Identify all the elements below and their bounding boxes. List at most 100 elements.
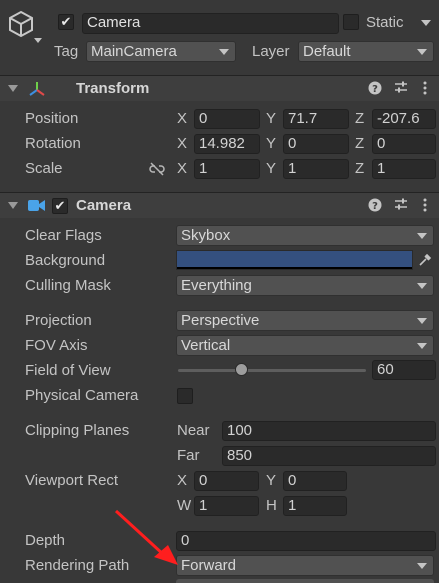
transform-title: Transform [76, 80, 150, 97]
depth-field[interactable]: 0 [176, 531, 436, 551]
projection-dropdown[interactable]: Perspective [176, 310, 434, 331]
rotation-z-field[interactable]: 0 [372, 134, 436, 154]
clear-flags-label: Clear Flags [25, 227, 102, 244]
presets-sliders-icon[interactable] [393, 80, 409, 97]
layer-value: Default [303, 43, 351, 60]
chevron-down-icon [417, 563, 427, 569]
viewport-x-field[interactable]: 0 [194, 471, 259, 491]
viewport-rect-label: Viewport Rect [25, 472, 119, 489]
fov-value-field[interactable]: 60 [372, 360, 436, 380]
projection-value: Perspective [181, 312, 260, 329]
axis-z-label: Z [355, 135, 365, 152]
static-label: Static [366, 14, 404, 31]
fov-slider-track[interactable] [178, 369, 366, 372]
name-field[interactable]: Camera [82, 13, 339, 34]
axis-x-label: X [177, 472, 188, 489]
near-label: Near [177, 422, 210, 439]
viewport-w-field[interactable]: 1 [194, 496, 259, 516]
link-scale-icon[interactable] [149, 162, 165, 176]
transform-axes-icon [29, 82, 45, 96]
camera-enabled-checkbox[interactable]: ✔ [52, 198, 68, 214]
axis-z-label: Z [355, 160, 365, 177]
axis-x-label: X [177, 135, 188, 152]
static-checkbox[interactable] [343, 14, 359, 30]
presets-sliders-icon[interactable] [393, 197, 409, 214]
cube-icon [9, 10, 33, 38]
fov-axis-dropdown[interactable]: Vertical [176, 335, 434, 356]
axis-h-label: H [266, 497, 277, 514]
viewport-h-field[interactable]: 1 [283, 496, 347, 516]
clear-flags-dropdown[interactable]: Skybox [176, 225, 434, 246]
chevron-down-icon [219, 49, 229, 55]
layer-dropdown[interactable]: Default [298, 41, 434, 62]
static-dropdown-arrow[interactable] [421, 20, 431, 26]
position-z-field[interactable]: -207.6 [372, 109, 436, 129]
svg-text:?: ? [372, 84, 378, 95]
eyedropper-icon[interactable] [417, 252, 433, 268]
background-label: Background [25, 252, 106, 269]
axis-y-label: Y [266, 472, 277, 489]
scale-label: Scale [25, 160, 63, 177]
chevron-down-icon[interactable] [34, 38, 42, 43]
background-color-swatch [177, 251, 412, 267]
culling-mask-value: Everything [181, 277, 252, 294]
next-row-partial [176, 579, 434, 583]
clipping-planes-label: Clipping Planes [25, 422, 130, 439]
fov-slider-thumb[interactable] [235, 363, 248, 376]
chevron-down-icon [417, 318, 427, 324]
far-label: Far [177, 447, 200, 464]
red-arrow [114, 509, 178, 565]
viewport-y-field[interactable]: 0 [283, 471, 347, 491]
tag-label: Tag [54, 43, 79, 60]
position-y-field[interactable]: 71.7 [283, 109, 349, 129]
near-field[interactable]: 100 [222, 421, 436, 441]
active-checkbox[interactable]: ✔ [58, 14, 74, 30]
physical-camera-label: Physical Camera [25, 387, 139, 404]
far-field[interactable]: 850 [222, 446, 436, 466]
axis-y-label: Y [266, 160, 277, 177]
tag-dropdown[interactable]: MainCamera [86, 41, 236, 62]
chevron-down-icon [417, 283, 427, 289]
scale-x-field[interactable]: 1 [194, 159, 260, 179]
fov-axis-label: FOV Axis [25, 337, 88, 354]
tag-value: MainCamera [91, 43, 177, 60]
field-of-view-label: Field of View [25, 362, 111, 379]
scale-y-field[interactable]: 1 [283, 159, 349, 179]
axis-y-label: Y [266, 135, 277, 152]
fov-axis-value: Vertical [181, 337, 231, 354]
rendering-path-value: Forward [181, 557, 237, 574]
axis-y-label: Y [266, 110, 277, 127]
rotation-label: Rotation [25, 135, 81, 152]
projection-label: Projection [25, 312, 92, 329]
position-label: Position [25, 110, 79, 127]
axis-z-label: Z [355, 110, 365, 127]
camera-header[interactable]: ✔ Camera ? [0, 192, 439, 218]
kebab-menu-icon[interactable] [417, 80, 433, 99]
camera-icon [28, 200, 45, 211]
chevron-down-icon [417, 49, 427, 55]
chevron-down-icon [417, 343, 427, 349]
foldout-arrow-icon[interactable] [8, 85, 18, 92]
axis-x-label: X [177, 110, 188, 127]
depth-label: Depth [25, 532, 66, 549]
rendering-path-dropdown[interactable]: Forward [176, 555, 434, 576]
layer-label: Layer [252, 43, 290, 60]
clear-flags-value: Skybox [181, 227, 231, 244]
foldout-arrow-icon[interactable] [8, 202, 18, 209]
culling-mask-label: Culling Mask [25, 277, 111, 294]
camera-title: Camera [76, 197, 132, 214]
svg-text:?: ? [372, 201, 378, 212]
rotation-y-field[interactable]: 0 [283, 134, 349, 154]
help-icon[interactable]: ? [367, 198, 383, 215]
help-icon[interactable]: ? [367, 81, 383, 98]
culling-mask-dropdown[interactable]: Everything [176, 275, 434, 296]
transform-header[interactable]: Transform ? [0, 75, 439, 101]
scale-z-field[interactable]: 1 [372, 159, 436, 179]
physical-camera-checkbox[interactable] [177, 388, 193, 404]
rotation-x-field[interactable]: 14.982 [194, 134, 260, 154]
chevron-down-icon [417, 233, 427, 239]
kebab-menu-icon[interactable] [417, 197, 433, 216]
axis-x-label: X [177, 160, 188, 177]
background-color-field[interactable] [176, 250, 413, 270]
position-x-field[interactable]: 0 [194, 109, 260, 129]
